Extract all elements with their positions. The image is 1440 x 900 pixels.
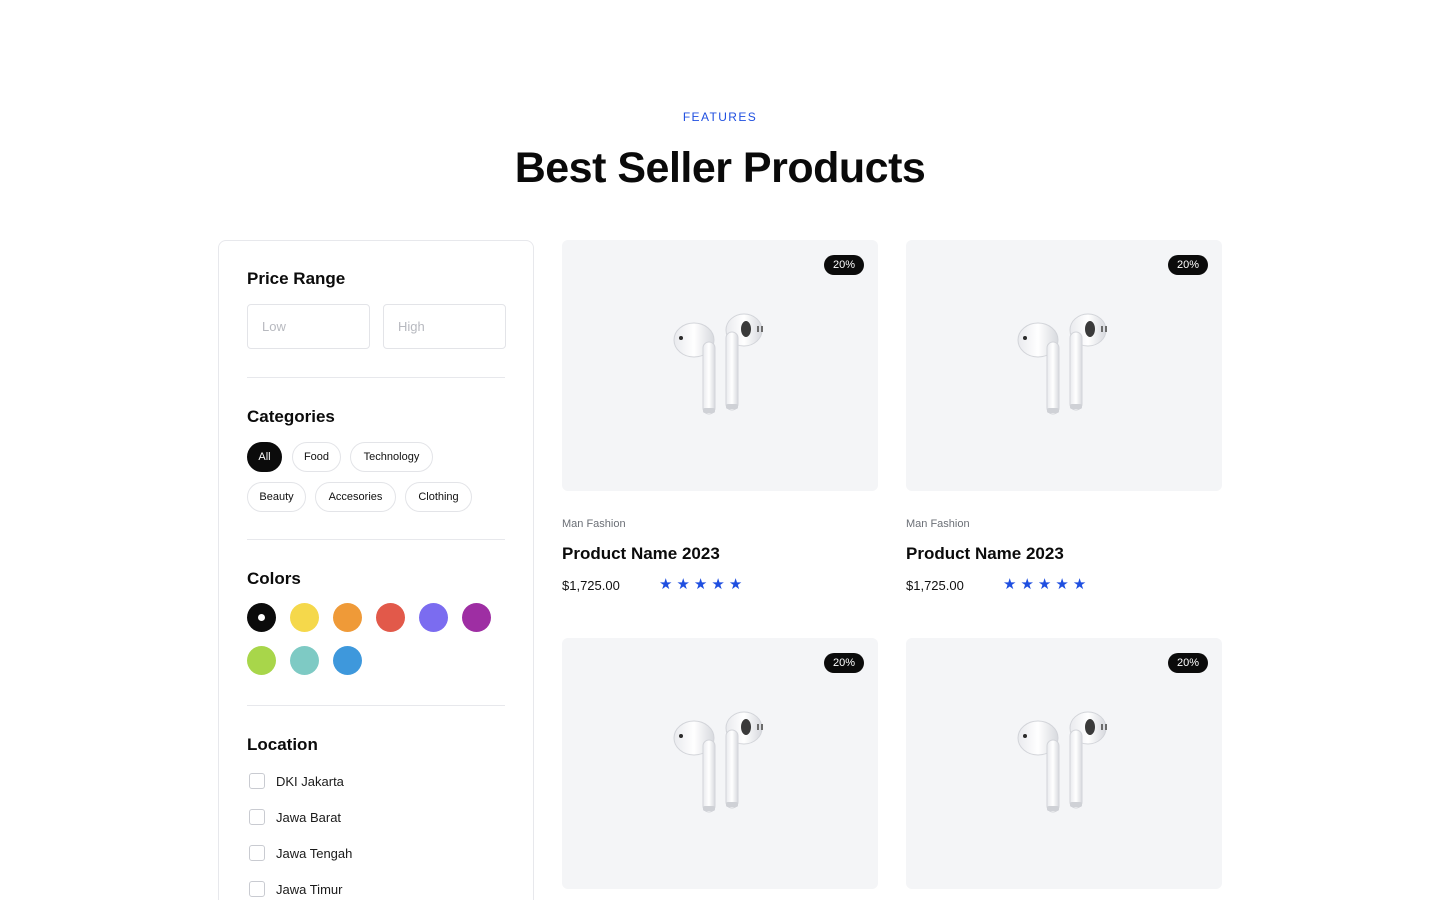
product-card[interactable]: 20% Man Fashion Product Name 2023 $1,725… (562, 240, 878, 593)
product-name[interactable]: Product Name 2023 (906, 544, 1064, 564)
product-name[interactable]: Product Name 2023 (562, 544, 720, 564)
product-image-area[interactable]: 20% (906, 240, 1222, 491)
rating-stars: ★ ★ ★ ★ ★ (659, 577, 742, 593)
rating-stars: ★ ★ ★ ★ ★ (1003, 577, 1086, 593)
discount-badge: 20% (823, 653, 864, 673)
discount-badge: 20% (823, 255, 864, 275)
product-price: $1,725.00 (562, 578, 620, 593)
checkbox-icon[interactable] (249, 845, 265, 861)
category-chip-technology[interactable]: Technology (350, 442, 433, 472)
category-chip-clothing[interactable]: Clothing (405, 482, 472, 512)
price-high-input[interactable] (383, 304, 506, 349)
star-icon: ★ (1037, 576, 1052, 593)
category-chip-all[interactable]: All (247, 442, 282, 472)
checkbox-icon[interactable] (249, 773, 265, 789)
star-icon: ★ (728, 576, 743, 593)
star-icon: ★ (676, 576, 690, 593)
filter-sidebar: Price Range Categories All Food Technolo… (218, 240, 534, 900)
product-image-area[interactable]: 20% (906, 638, 1222, 889)
category-chip-beauty[interactable]: Beauty (247, 482, 306, 512)
color-swatch[interactable] (333, 603, 362, 632)
color-swatch[interactable] (419, 603, 448, 632)
divider (247, 539, 505, 540)
product-image-area[interactable]: 20% (562, 240, 878, 491)
color-swatch[interactable] (376, 603, 405, 632)
location-title: Location (247, 735, 318, 754)
price-low-input[interactable] (247, 304, 370, 349)
star-icon: ★ (1055, 576, 1069, 593)
airpods-image (672, 308, 772, 424)
discount-badge: 20% (1167, 653, 1208, 673)
discount-badge: 20% (1167, 255, 1208, 275)
product-category: Man Fashion (562, 518, 626, 530)
page-title: Best Seller Products (514, 144, 926, 192)
star-icon: ★ (711, 576, 725, 593)
category-chip-accesories[interactable]: Accesories (315, 482, 396, 512)
star-icon: ★ (1072, 576, 1087, 593)
categories-title: Categories (247, 407, 335, 426)
product-image-area[interactable]: 20% (562, 638, 878, 889)
product-category: Man Fashion (906, 518, 970, 530)
star-icon: ★ (693, 576, 708, 593)
location-label: Jawa Tengah (276, 845, 353, 861)
selected-indicator (258, 614, 265, 621)
checkbox-icon[interactable] (249, 881, 265, 897)
product-price: $1,725.00 (906, 578, 964, 593)
color-swatch[interactable] (462, 603, 491, 632)
checkbox-icon[interactable] (249, 809, 265, 825)
airpods-image (1016, 706, 1116, 822)
star-icon: ★ (1020, 576, 1034, 593)
airpods-image (672, 706, 772, 822)
color-swatch[interactable] (247, 603, 276, 632)
color-swatch[interactable] (290, 603, 319, 632)
color-swatch[interactable] (290, 646, 319, 675)
location-label: Jawa Barat (276, 809, 342, 825)
airpods-image (1016, 308, 1116, 424)
location-option-dki-jakarta[interactable]: DKI Jakarta (249, 771, 344, 791)
star-icon: ★ (659, 576, 673, 593)
color-swatch[interactable] (247, 646, 276, 675)
section-eyebrow: FEATURES (682, 110, 758, 124)
product-card[interactable]: 20% (906, 638, 1222, 889)
product-card[interactable]: 20% Man Fashion Product Name 2023 $1,725… (906, 240, 1222, 593)
price-range-title: Price Range (247, 269, 346, 288)
star-icon: ★ (1003, 576, 1017, 593)
divider (247, 377, 505, 378)
location-option-jawa-tengah[interactable]: Jawa Tengah (249, 843, 352, 863)
color-swatch[interactable] (333, 646, 362, 675)
category-chip-food[interactable]: Food (292, 442, 341, 472)
colors-title: Colors (247, 569, 301, 588)
location-option-jawa-timur[interactable]: Jawa Timur (249, 879, 342, 899)
location-label: DKI Jakarta (276, 773, 344, 789)
product-card[interactable]: 20% (562, 638, 878, 889)
location-option-jawa-barat[interactable]: Jawa Barat (249, 807, 341, 827)
location-label: Jawa Timur (276, 881, 343, 897)
divider (247, 705, 505, 706)
